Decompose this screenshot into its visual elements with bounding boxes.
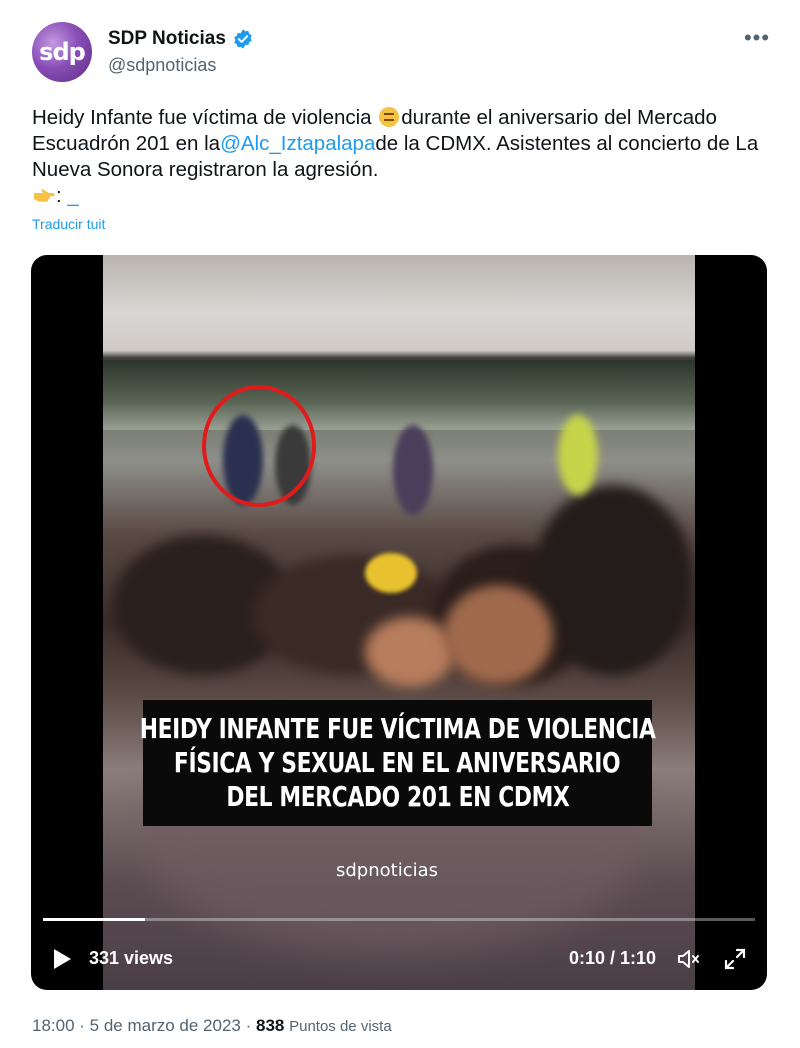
face-shape — [365, 617, 455, 687]
play-icon[interactable] — [51, 947, 73, 971]
meta-separator: · — [240, 1016, 256, 1035]
tweet-time[interactable]: 18:00 — [32, 1016, 75, 1035]
video-watermark: sdpnoticias — [336, 860, 439, 881]
video-player[interactable]: HEIDY INFANTE FUE VÍCTIMA DE VIOLENCIA F… — [31, 255, 767, 990]
video-time: 0:10 / 1:10 — [569, 948, 657, 968]
tweet-text: Heidy Infante fue víctima de violencia d… — [32, 105, 772, 209]
video-caption: HEIDY INFANTE FUE VÍCTIMA DE VIOLENCIA F… — [140, 700, 656, 826]
video-progress-bar[interactable] — [43, 918, 755, 921]
crowd-shape — [533, 485, 693, 675]
more-options-icon[interactable]: ••• — [740, 26, 774, 56]
author-handle[interactable]: @sdpnoticias — [108, 55, 216, 76]
stage-person — [393, 425, 433, 515]
tweet-meta: 18:00 · 5 de marzo de 2023 · 838 Puntos … — [32, 1016, 392, 1036]
avatar-logo-text: sdp — [39, 38, 86, 66]
tweet-date[interactable]: 5 de marzo de 2023 — [90, 1016, 241, 1035]
tweet-text-part: Heidy Infante fue víctima de violencia — [32, 106, 378, 129]
translate-tweet-link[interactable]: Traducir tuit — [32, 216, 105, 232]
tweet-link[interactable]: _ — [67, 184, 78, 207]
fullscreen-icon[interactable] — [723, 947, 747, 971]
angry-face-emoji-icon — [379, 107, 400, 127]
mention-link[interactable]: @Alc_Iztapalapa — [220, 132, 375, 155]
highlight-circle — [202, 385, 316, 507]
volume-muted-icon[interactable] — [676, 947, 702, 971]
verified-badge-icon — [234, 29, 252, 49]
face-shape — [443, 585, 553, 685]
stage-roof — [103, 360, 695, 430]
views-count: 838 — [255, 1016, 285, 1035]
meta-separator: · — [74, 1016, 90, 1035]
caption-line: FÍSICA Y SEXUAL EN EL ANIVERSARIO — [174, 746, 621, 779]
author-name-row: SDP Noticias — [108, 28, 254, 50]
avatar[interactable]: sdp — [32, 22, 92, 82]
video-progress-fill — [43, 918, 145, 921]
display-name[interactable]: SDP Noticias — [108, 28, 226, 50]
pointing-hand-emoji-icon — [34, 189, 55, 202]
caption-line: DEL MERCADO 201 EN CDMX — [225, 780, 570, 813]
yellow-cap — [365, 553, 417, 593]
stage-person — [558, 415, 598, 495]
tweet[interactable]: sdp SDP Noticias @sdpnoticias ••• Heidy … — [0, 0, 800, 1048]
video-views: 331 views — [89, 948, 174, 968]
caption-line: HEIDY INFANTE FUE VÍCTIMA DE VIOLENCIA — [139, 712, 656, 745]
link-prefix: : — [56, 184, 68, 207]
views-label: Puntos de vista — [289, 1018, 392, 1035]
